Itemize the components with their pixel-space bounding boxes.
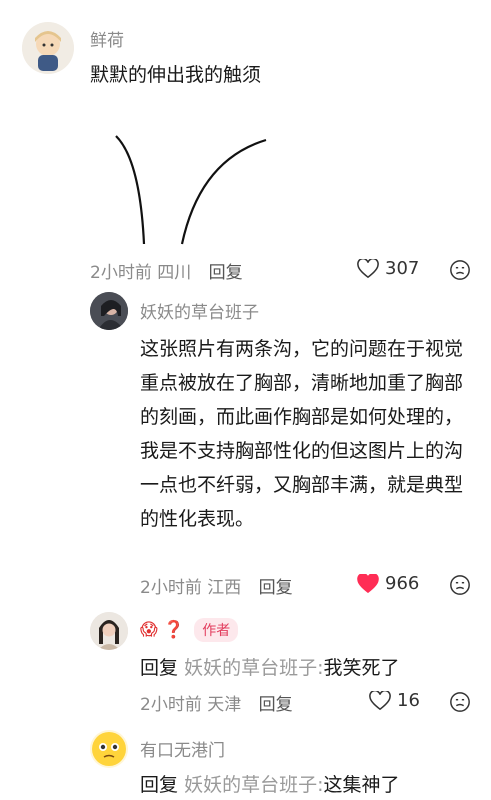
- reply-prefix: 回复: [140, 657, 179, 679]
- timestamp: 2小时前: [90, 263, 152, 283]
- reply-body: 这集神了: [323, 774, 400, 796]
- like-button[interactable]: 16: [369, 690, 420, 711]
- like-button[interactable]: 307: [357, 258, 419, 279]
- avatar[interactable]: [22, 22, 74, 74]
- timestamp: 2小时前: [140, 695, 202, 715]
- comment-text: 这张照片有两条沟，它的问题在于视觉重点被放在了胸部，清晰地加重了胸部的刻画，而此…: [140, 338, 464, 530]
- author-badge: 作者: [194, 618, 239, 642]
- location: 四川: [157, 263, 192, 283]
- location: 江西: [207, 578, 242, 598]
- location: 天津: [207, 695, 242, 715]
- dislike-icon[interactable]: [449, 259, 471, 281]
- avatar[interactable]: [90, 292, 128, 330]
- username[interactable]: 鲜荷: [90, 26, 124, 51]
- heart-icon: [369, 690, 391, 710]
- like-button[interactable]: 966: [357, 573, 419, 594]
- comment-text: 回复 妖妖的草台班子:我笑死了: [140, 653, 399, 680]
- avatar-illustration: [22, 22, 74, 74]
- reply-target[interactable]: 妖妖的草台班子:: [184, 657, 323, 679]
- avatar-photo: [90, 612, 128, 650]
- emoji-avatar: [92, 732, 126, 766]
- username[interactable]: 妖妖的草台班子: [140, 298, 259, 323]
- heart-filled-icon: [357, 573, 379, 593]
- comment-meta: 2小时前 天津 回复: [140, 690, 293, 715]
- username-row: 😱 ❓ 作者: [140, 618, 239, 642]
- avatar[interactable]: [90, 730, 128, 768]
- dislike-icon[interactable]: [449, 691, 471, 713]
- heart-icon: [357, 258, 379, 278]
- reply-button[interactable]: 回复: [259, 695, 293, 715]
- reply-body: 我笑死了: [323, 657, 400, 679]
- comment-text: 回复 妖妖的草台班子:这集神了: [140, 770, 399, 797]
- reply-prefix: 回复: [140, 774, 179, 796]
- like-count: 16: [397, 690, 420, 711]
- comment-meta: 2小时前 四川 回复: [90, 258, 243, 283]
- comment-meta: 2小时前 江西 回复: [140, 573, 293, 598]
- drawing-image: [115, 135, 267, 245]
- timestamp: 2小时前: [140, 578, 202, 598]
- comment-text: 默默的伸出我的触须: [90, 64, 262, 86]
- dislike-icon[interactable]: [449, 574, 471, 596]
- reply-button[interactable]: 回复: [259, 578, 293, 598]
- reply-target[interactable]: 妖妖的草台班子:: [184, 774, 323, 796]
- reply-button[interactable]: 回复: [209, 263, 243, 283]
- like-count: 966: [385, 573, 420, 594]
- username[interactable]: 有口无港门: [140, 736, 225, 761]
- avatar-photo: [90, 292, 128, 330]
- username[interactable]: 😱 ❓: [140, 620, 184, 640]
- avatar[interactable]: [90, 612, 128, 650]
- like-count: 307: [385, 258, 420, 279]
